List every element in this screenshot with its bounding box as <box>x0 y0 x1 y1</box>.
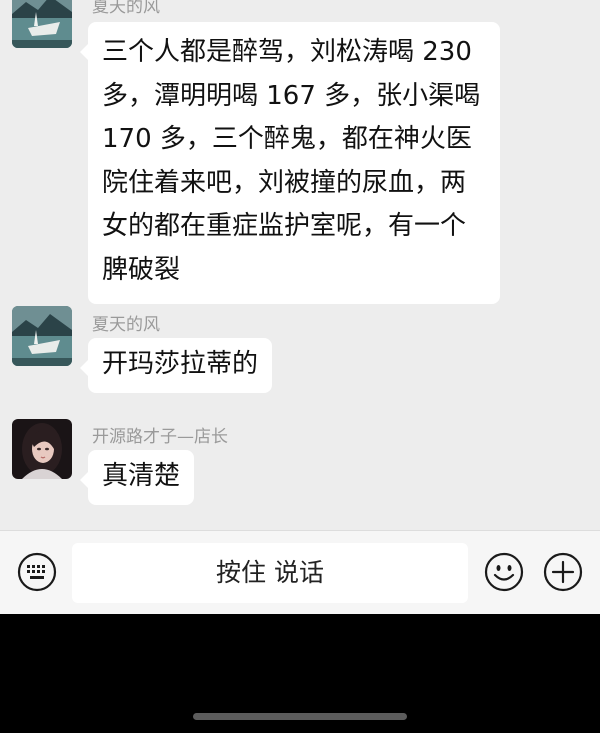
message-text-line: 院住着来吧，刘被撞的尿血，两 <box>102 167 467 198</box>
sender-name: 夏天的风 <box>92 0 160 17</box>
avatar[interactable] <box>12 0 72 48</box>
hold-to-talk-button[interactable]: 按住 说话 <box>72 543 468 603</box>
keyboard-icon <box>17 552 57 592</box>
message-bubble[interactable]: 三个人都是醉驾，刘松涛喝 230 多，潭明明喝 167 多，张小渠喝 170 多… <box>80 22 500 304</box>
sender-name: 夏天的风 <box>92 315 160 335</box>
avatar[interactable] <box>12 419 72 479</box>
message-text-line: 170 多，三个醉鬼，都在神火医 <box>102 124 472 154</box>
landscape-boat-avatar-icon <box>12 306 72 366</box>
message-text-line: 三个人都是醉驾，刘松涛喝 230 <box>102 37 472 67</box>
chat-screen: 夏天的风 三个人都是醉驾，刘松涛喝 230 多，潭明明喝 167 多，张小渠喝 … <box>0 0 600 733</box>
home-indicator[interactable] <box>193 713 407 720</box>
girl-portrait-avatar-icon <box>12 419 72 479</box>
emoji-icon <box>484 552 524 592</box>
message-text-line: 开玛莎拉蒂的 <box>102 349 259 379</box>
plus-icon <box>543 552 583 592</box>
message-list[interactable]: 夏天的风 三个人都是醉驾，刘松涛喝 230 多，潭明明喝 167 多，张小渠喝 … <box>0 0 600 530</box>
message-text-line: 女的都在重症监护室呢，有一个 <box>102 211 467 241</box>
message-text-line: 脾破裂 <box>102 254 181 285</box>
more-options-button[interactable] <box>543 552 583 592</box>
message-bubble[interactable]: 开玛莎拉蒂的 <box>79 338 273 393</box>
message-text-line: 真清楚 <box>102 461 181 491</box>
landscape-boat-avatar-icon <box>12 0 72 48</box>
message-bubble[interactable]: 真清楚 <box>79 450 195 505</box>
sender-name: 开源路才子—店长 <box>92 427 228 447</box>
avatar[interactable] <box>12 306 72 366</box>
emoji-button[interactable] <box>484 552 524 592</box>
message-text-line: 多，潭明明喝 167 多，张小渠喝 <box>102 80 481 111</box>
keyboard-toggle-button[interactable] <box>17 552 57 592</box>
chat-input-bar: 按住 说话 <box>0 530 600 614</box>
